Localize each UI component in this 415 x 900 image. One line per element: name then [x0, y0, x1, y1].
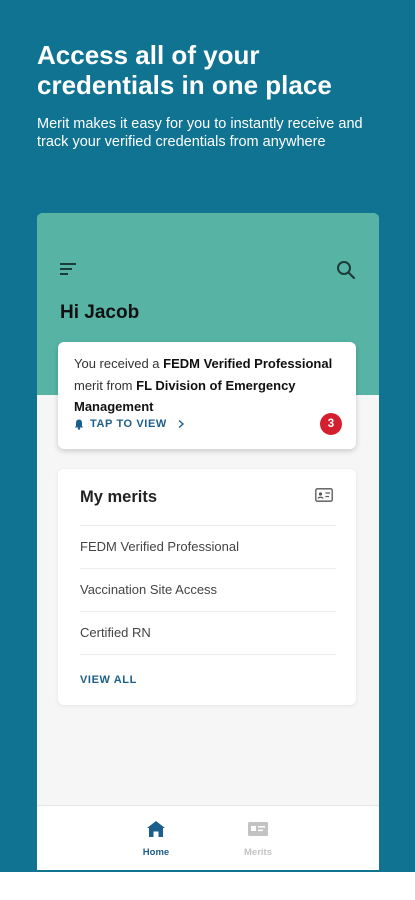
- view-all-link[interactable]: VIEW ALL: [80, 674, 137, 686]
- nav-home-label: Home: [142, 847, 170, 858]
- my-merits-card: My merits FEDM Verified Professional Vac…: [58, 469, 356, 705]
- my-merits-title: My merits: [80, 488, 158, 506]
- merit-list-item[interactable]: Vaccination Site Access: [80, 568, 336, 611]
- greeting: Hi Jacob: [60, 302, 140, 323]
- search-icon[interactable]: [335, 259, 357, 281]
- notification-message: You received a FEDM Verified Professiona…: [74, 353, 344, 418]
- merits-card-icon: [248, 822, 268, 836]
- promo-background: Access all of your credentials in one pl…: [0, 0, 415, 872]
- promo-headline: Access all of your credentials in one pl…: [37, 40, 332, 100]
- nav-merits-label: Merits: [244, 847, 272, 858]
- merit-list-item[interactable]: FEDM Verified Professional: [80, 525, 336, 568]
- filter-menu-icon[interactable]: [59, 261, 79, 277]
- merit-notification-card[interactable]: You received a FEDM Verified Professiona…: [58, 342, 356, 449]
- bell-icon: [74, 419, 84, 430]
- notification-merit-name: FEDM Verified Professional: [163, 356, 333, 371]
- tap-to-view-link[interactable]: TAP TO VIEW: [74, 416, 185, 432]
- bottom-navigation: Home Merits: [37, 805, 379, 870]
- notification-text-part: merit from: [74, 377, 137, 393]
- id-card-icon[interactable]: [315, 488, 333, 502]
- nav-home-tab[interactable]: Home: [126, 820, 186, 858]
- promo-subheadline: Merit makes it easy for you to instantly…: [37, 116, 363, 150]
- home-icon: [147, 821, 165, 837]
- nav-merits-tab[interactable]: Merits: [228, 820, 288, 858]
- chevron-right-icon: [178, 419, 184, 429]
- merit-list-item[interactable]: Certified RN: [80, 611, 336, 654]
- notification-text-part: You received a: [74, 356, 164, 371]
- app-screen: Hi Jacob You received a FEDM Verified Pr…: [37, 213, 379, 870]
- notification-count-badge: 3: [320, 413, 342, 435]
- list-divider: [80, 654, 336, 655]
- tap-to-view-label: TAP TO VIEW: [90, 418, 167, 430]
